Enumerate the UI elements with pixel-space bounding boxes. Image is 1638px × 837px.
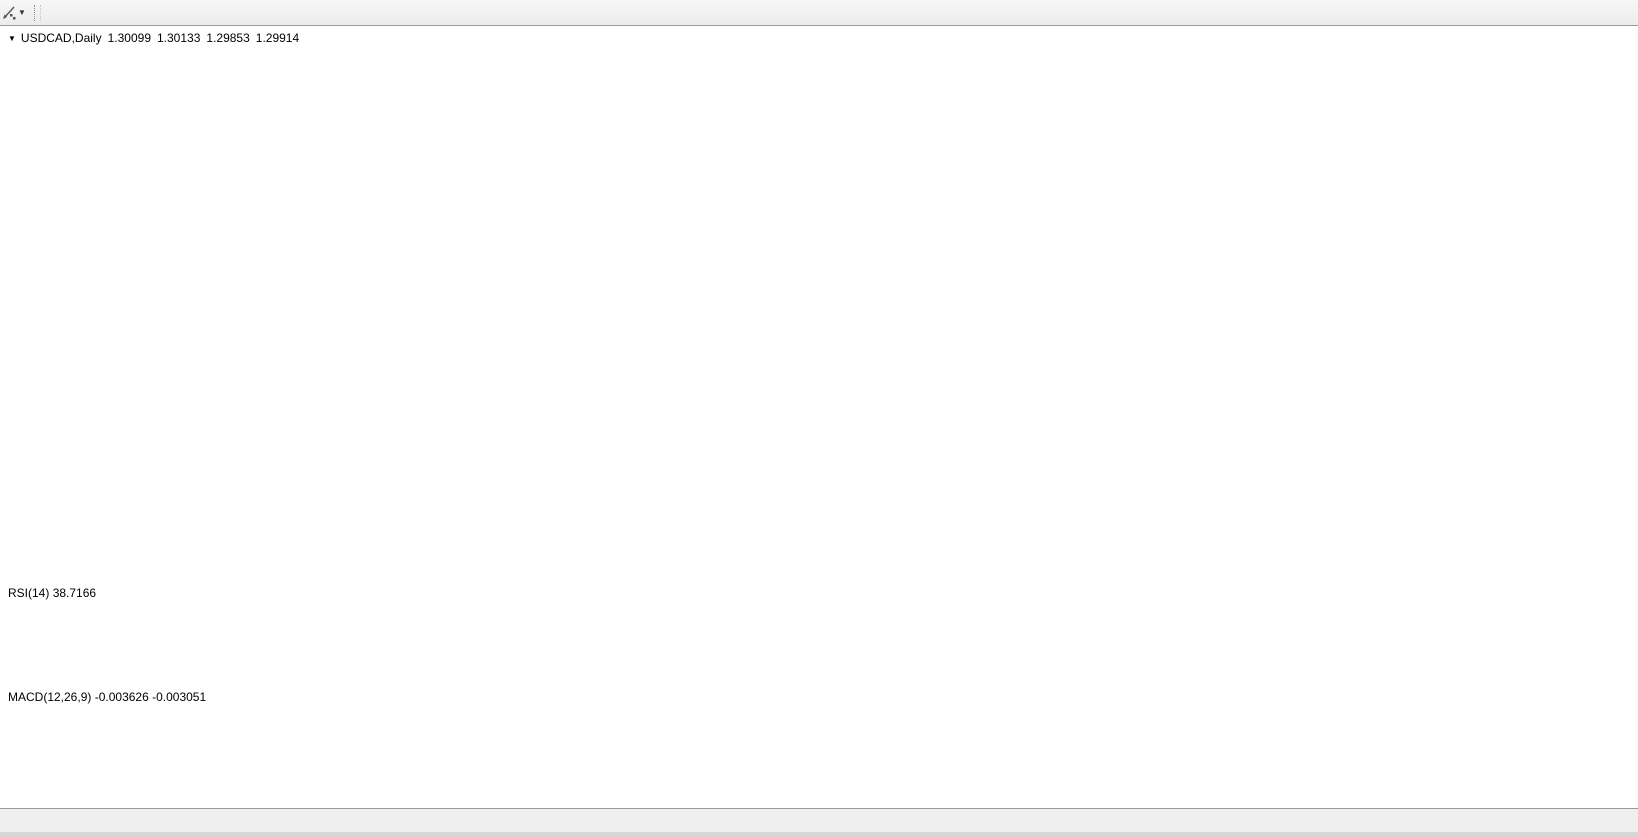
cursor-tool-dropdown-caret-icon[interactable]: ▼: [18, 8, 26, 17]
macd-indicator-label: MACD(12,26,9) -0.003626 -0.003051: [8, 690, 206, 704]
ohlc-high: 1.30133: [157, 31, 201, 45]
chart-title: ▼ USDCAD,Daily 1.30099 1.30133 1.29853 1.2991…: [8, 31, 299, 45]
symbol-collapse-caret-icon[interactable]: ▼: [8, 34, 16, 43]
toolbar-grip-handle[interactable]: [33, 4, 41, 21]
price-chart-canvas[interactable]: [0, 26, 1638, 808]
rsi-indicator-label: RSI(14) 38.7166: [8, 586, 96, 600]
window-bottom-edge: [0, 832, 1638, 837]
ohlc-low: 1.29853: [206, 31, 250, 45]
rsi-value: 38.7166: [52, 586, 97, 600]
ohlc-open: 1.30099: [107, 31, 151, 45]
macd-signal-value: -0.003051: [152, 690, 207, 704]
rsi-name: RSI(14): [8, 586, 50, 600]
ohlc-close: 1.29914: [255, 31, 300, 45]
cursor-tool-icon[interactable]: [0, 3, 16, 23]
top-toolbar: ▼: [0, 0, 1638, 26]
chart-ohlc-values: 1.30099 1.30133 1.29853 1.29914: [102, 31, 300, 45]
macd-name: MACD(12,26,9): [8, 690, 92, 704]
chart-tab-bar: [0, 808, 1638, 832]
macd-main-value: -0.003626: [94, 690, 149, 704]
chart-symbol-label: USDCAD,Daily: [20, 31, 102, 45]
